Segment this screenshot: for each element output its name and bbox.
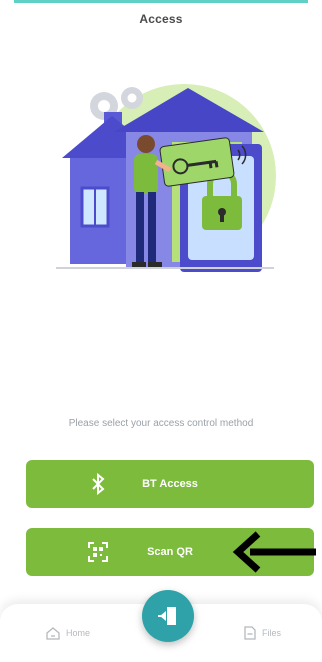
bt-access-button[interactable]: BT Access — [26, 460, 314, 508]
file-icon — [244, 626, 256, 640]
scan-qr-label: Scan QR — [147, 546, 193, 558]
access-fab-button[interactable] — [142, 590, 194, 642]
nav-files[interactable]: Files — [244, 626, 281, 640]
access-illustration — [56, 84, 276, 272]
access-method-prompt: Please select your access control method — [68, 418, 254, 429]
door-exit-icon — [158, 607, 176, 625]
page-title: Access — [139, 12, 183, 26]
pointer-arrow-annotation — [232, 531, 316, 573]
home-icon — [46, 627, 60, 640]
nav-files-label: Files — [262, 628, 282, 638]
nav-home[interactable]: Home — [46, 626, 90, 640]
bluetooth-icon — [92, 472, 105, 496]
qr-scan-icon — [88, 542, 108, 562]
header-divider — [14, 0, 308, 3]
nav-home-label: Home — [66, 628, 91, 638]
bt-access-label: BT Access — [142, 478, 198, 490]
